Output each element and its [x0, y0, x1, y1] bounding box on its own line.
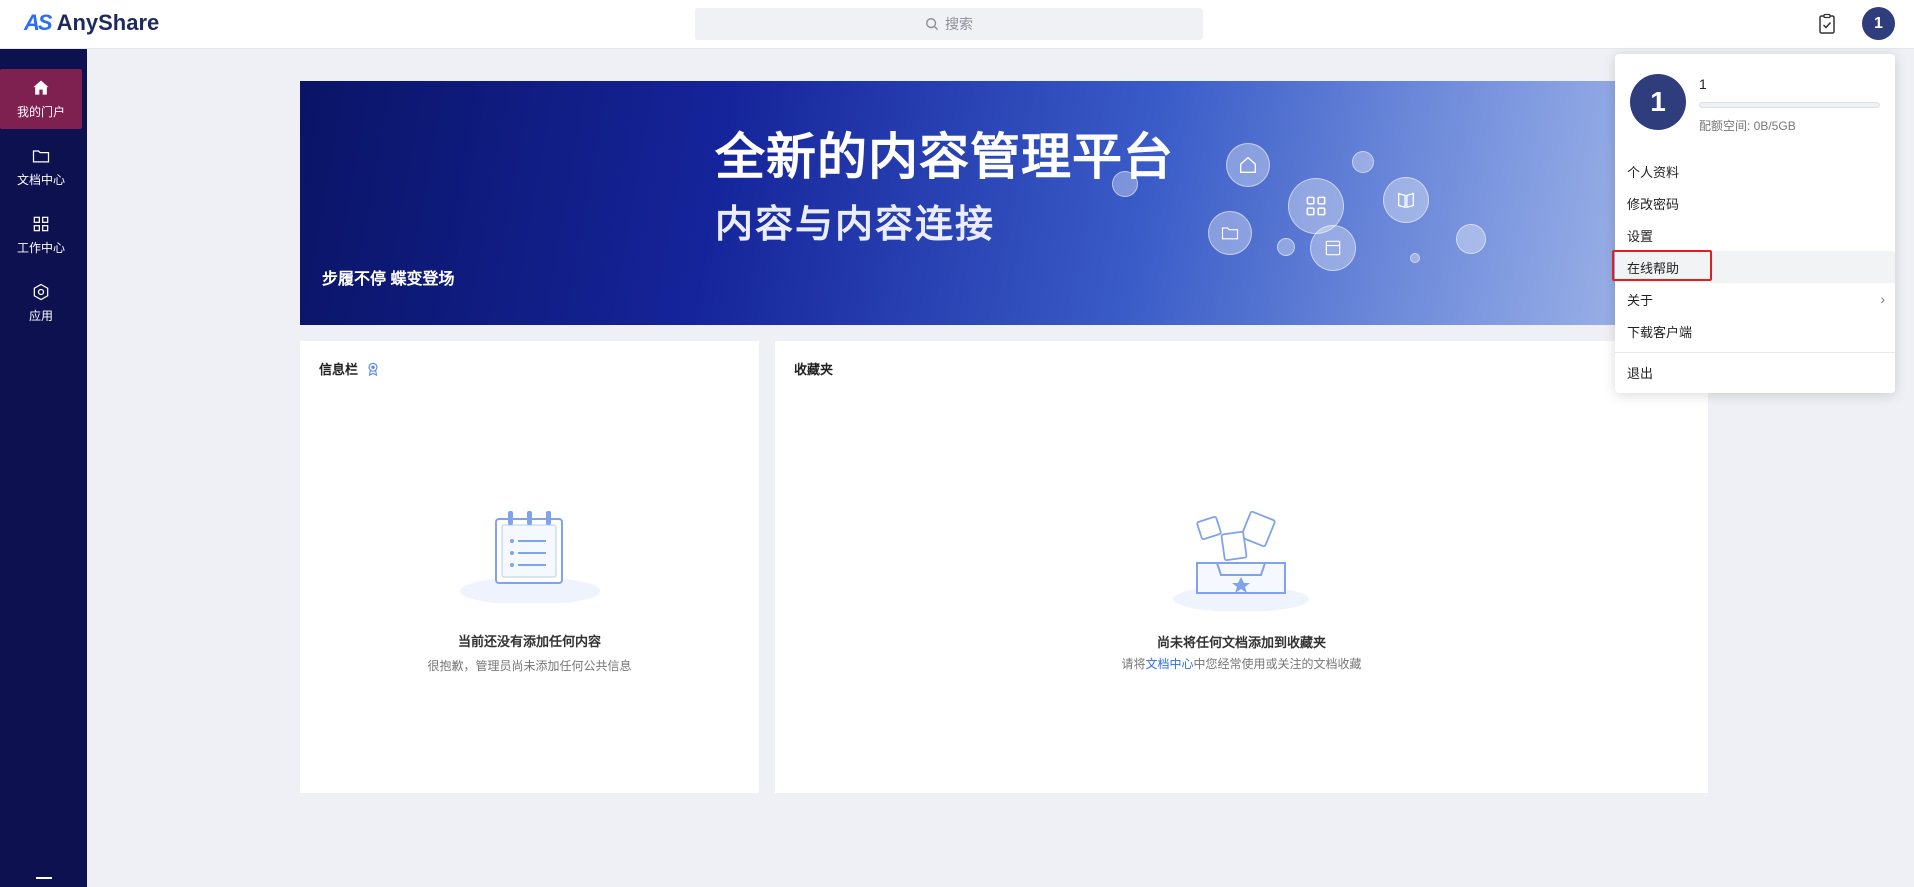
banner-image-bubble-icon: [1310, 225, 1356, 271]
menu-item-logout[interactable]: 退出: [1615, 356, 1895, 388]
logo-mark-icon: AS: [24, 10, 53, 35]
banner-book-bubble-icon: [1383, 177, 1429, 223]
folder-icon: [32, 150, 50, 163]
sidebar-item-my-portal[interactable]: 我的门户: [0, 69, 82, 129]
sidebar-item-work-center[interactable]: 工作中心: [0, 205, 82, 265]
banner-folder-bubble-icon: [1208, 211, 1252, 255]
grid-icon: [33, 216, 49, 232]
sidebar-item-label: 文档中心: [16, 173, 65, 187]
menu-item-label: 退出: [1627, 365, 1654, 381]
search-input[interactable]: 搜索: [695, 8, 1203, 40]
menu-item-about[interactable]: 关于 ›: [1615, 283, 1895, 315]
favorites-card: 收藏夹 尚未将任何文档添加到收藏夹 请将文档中心中您经常使用或关注的文档收藏: [775, 341, 1708, 793]
sidebar-item-label: 应用: [28, 309, 53, 323]
clipboard-check-icon[interactable]: [1815, 12, 1839, 36]
banner-dot-decoration: [1277, 238, 1295, 256]
user-name: 1: [1699, 76, 1707, 92]
logo-text: AnyShare: [56, 10, 160, 35]
favorites-empty-title: 尚未将任何文档添加到收藏夹: [1156, 635, 1326, 650]
top-header: AS AnyShare 搜索 1: [0, 0, 1914, 49]
app-hexagon-icon: [33, 283, 49, 301]
quota-progress-bar: [1699, 102, 1880, 108]
banner-dot-decoration: [1352, 151, 1374, 173]
empty-notepad-icon: [460, 511, 600, 603]
search-placeholder: 搜索: [945, 16, 973, 32]
favorites-empty-desc: 请将文档中心中您经常使用或关注的文档收藏: [775, 655, 1708, 672]
menu-item-download-client[interactable]: 下载客户端: [1615, 315, 1895, 347]
info-bar-card: 信息栏 当前还没有添加任何内容 很抱歉，管理员尚未添加任何公共信息: [300, 341, 759, 793]
menu-item-label: 关于: [1627, 292, 1654, 308]
online-help-highlight-box: [1612, 250, 1712, 281]
sidebar-item-label: 我的门户: [16, 105, 65, 119]
badge-icon: [368, 362, 378, 376]
banner-dot-decoration: [1112, 171, 1138, 197]
favorites-title: 收藏夹: [794, 362, 834, 377]
chevron-right-icon: ›: [1880, 291, 1885, 307]
info-empty-title: 当前还没有添加任何内容: [457, 634, 601, 649]
user-menu-dropdown: 1 1 配额空间: 0B/5GB 个人资料 修改密码 设置 在线帮助 关于 › 下…: [1615, 54, 1895, 393]
banner-tagline: 步履不停 蝶变登场: [322, 271, 455, 288]
menu-item-label: 个人资料: [1627, 164, 1680, 180]
search-icon: [926, 18, 939, 31]
banner-subtitle: 内容与内容连接: [715, 204, 996, 246]
menu-item-label: 设置: [1627, 228, 1654, 244]
home-icon: [33, 80, 49, 95]
empty-inbox-icon: [1173, 511, 1309, 611]
banner-title: 全新的内容管理平台: [715, 129, 1174, 185]
sidebar-item-label: 工作中心: [16, 241, 65, 255]
sidebar-item-doc-center[interactable]: 文档中心: [0, 137, 82, 197]
menu-item-label: 修改密码: [1627, 196, 1680, 212]
user-avatar-button[interactable]: 1: [1862, 7, 1895, 40]
info-empty-desc: 很抱歉，管理员尚未添加任何公共信息: [427, 659, 632, 673]
menu-item-label: 下载客户端: [1627, 324, 1693, 340]
anyshare-logo[interactable]: AS AnyShare: [24, 10, 159, 36]
menu-item-profile[interactable]: 个人资料: [1615, 155, 1895, 187]
user-avatar-large: 1: [1630, 74, 1686, 130]
info-bar-title: 信息栏: [319, 359, 380, 378]
sidebar: 我的门户 文档中心 工作中心 应用: [0, 49, 87, 887]
sidebar-item-apps[interactable]: 应用: [0, 273, 82, 333]
info-bar-title-text: 信息栏: [319, 362, 359, 377]
hero-banner: 全新的内容管理平台 内容与内容连接 步履不停 蝶变登场: [300, 81, 1700, 325]
menu-divider: [1615, 352, 1895, 353]
quota-text: 配额空间: 0B/5GB: [1699, 119, 1796, 133]
favorites-desc-prefix: 请将: [1121, 657, 1146, 671]
banner-home-bubble-icon: [1226, 143, 1270, 187]
banner-dot-decoration: [1456, 224, 1486, 254]
banner-dot-decoration: [1410, 253, 1420, 263]
doc-center-link[interactable]: 文档中心: [1145, 657, 1193, 671]
favorites-desc-suffix: 中您经常使用或关注的文档收藏: [1193, 657, 1362, 671]
menu-item-settings[interactable]: 设置: [1615, 219, 1895, 251]
menu-item-change-password[interactable]: 修改密码: [1615, 187, 1895, 219]
sidebar-collapse-handle[interactable]: [36, 877, 52, 879]
